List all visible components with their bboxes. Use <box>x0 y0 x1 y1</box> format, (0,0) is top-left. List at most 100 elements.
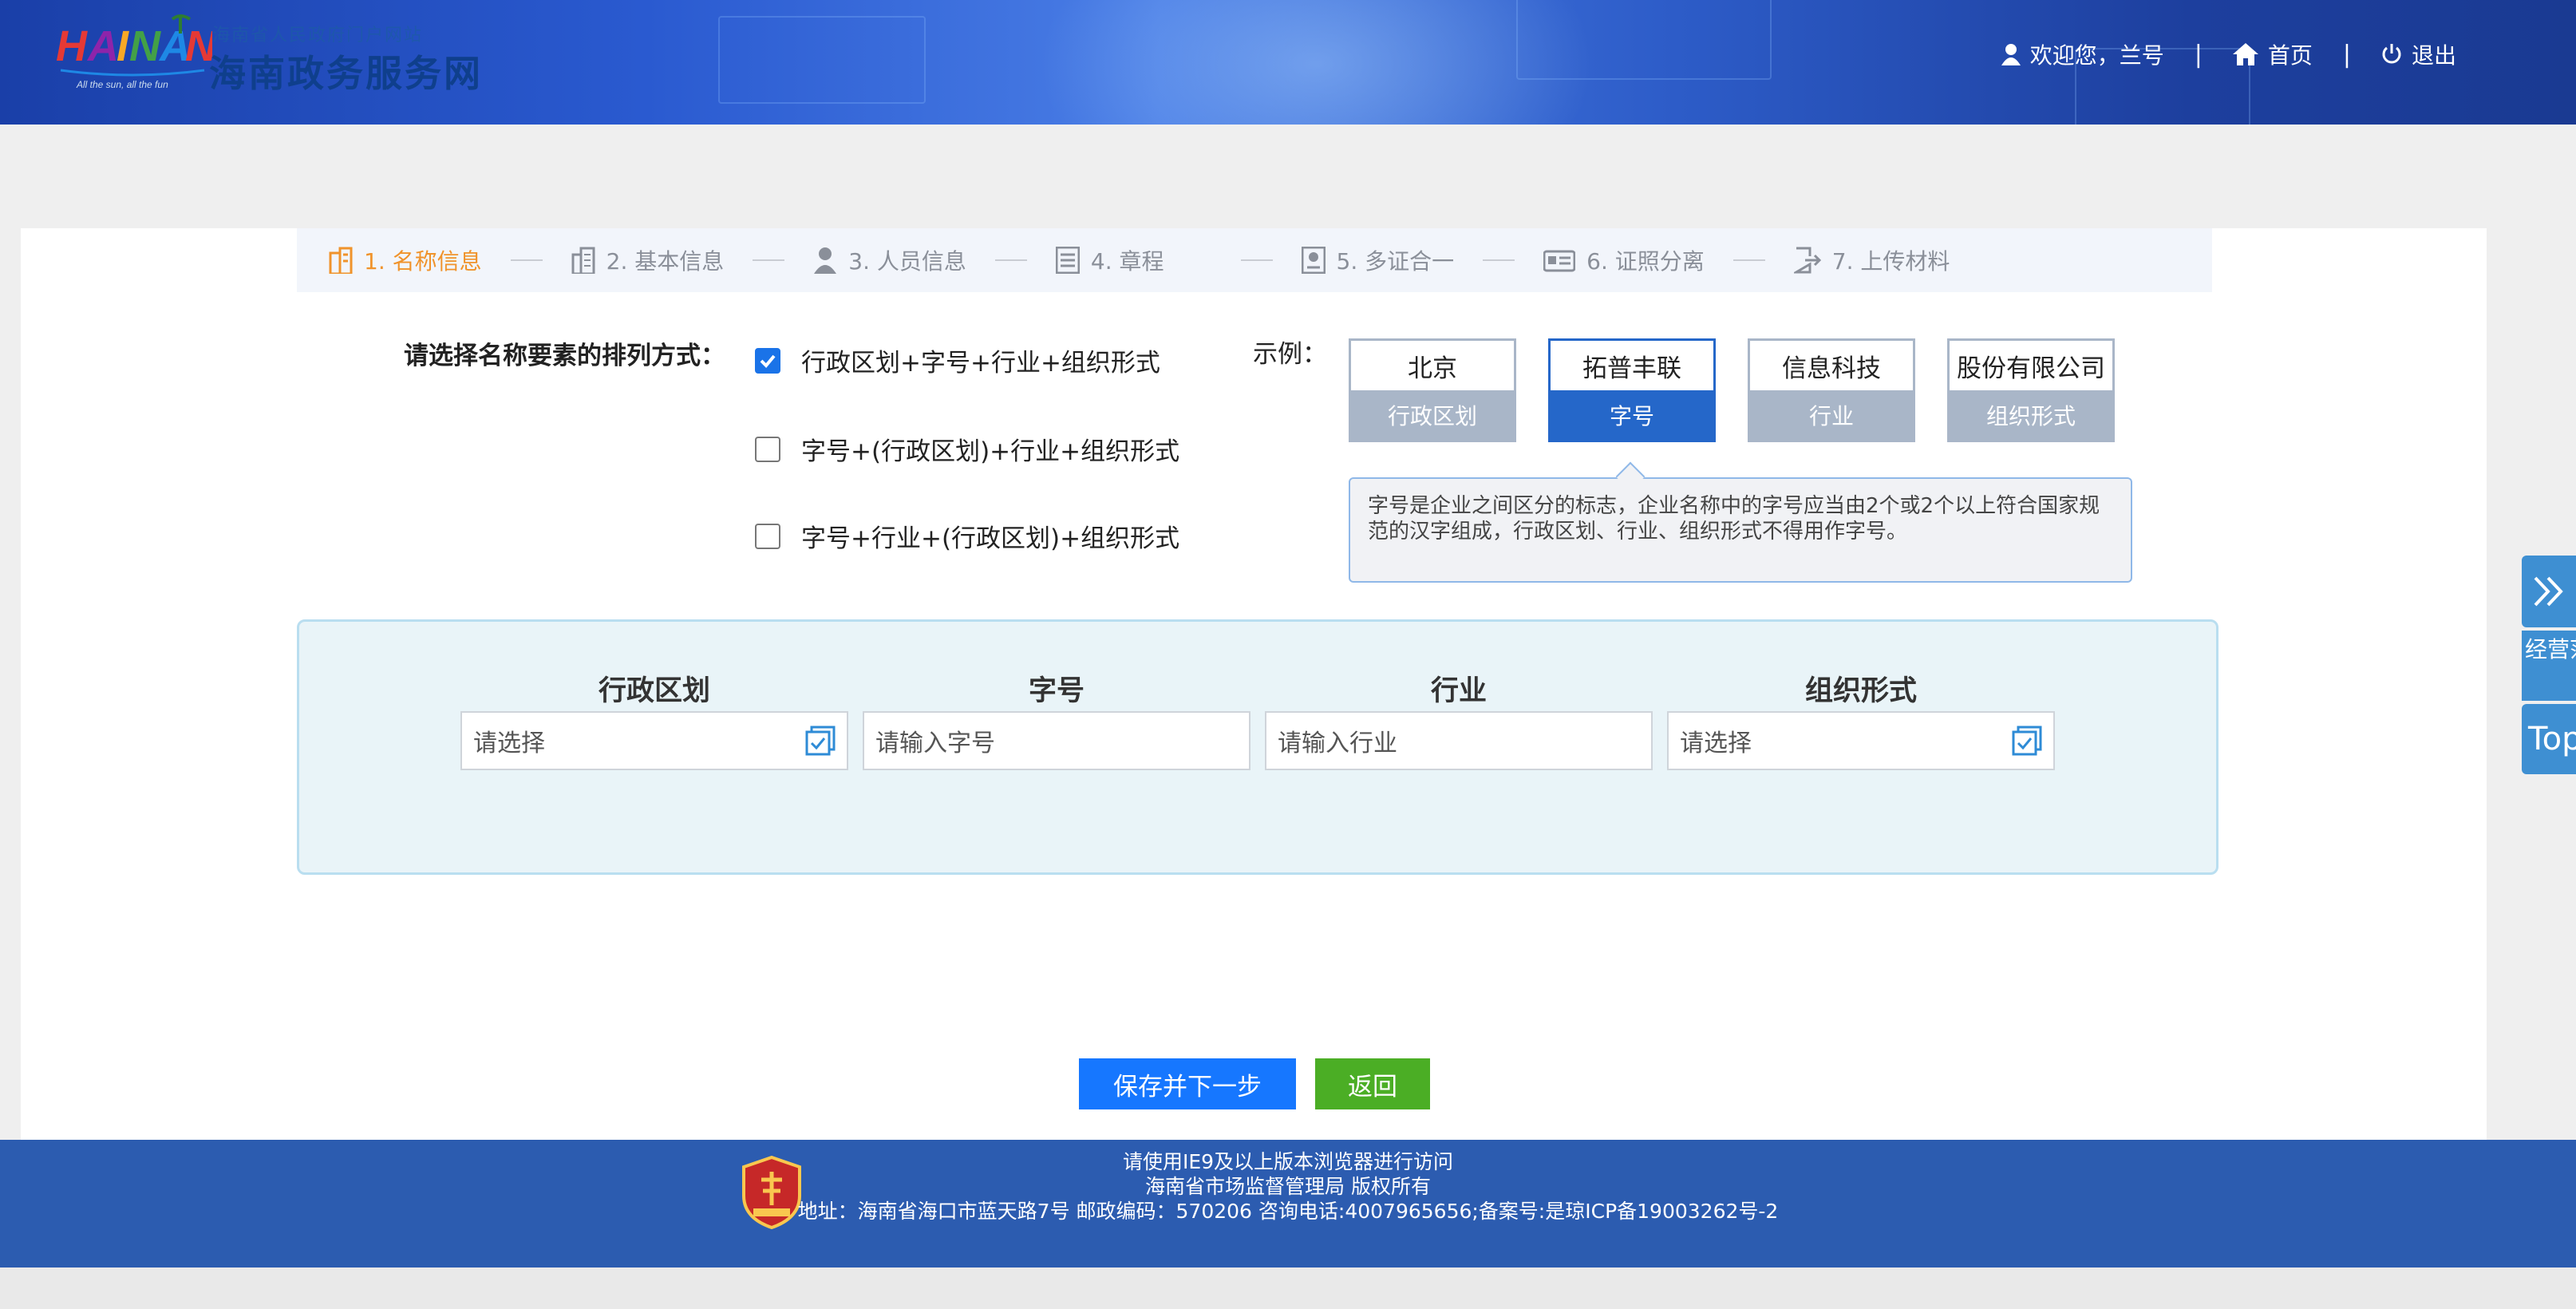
step-label: 7. 上传材料 <box>1831 248 1950 275</box>
main-panel: 1. 名称信息 2. 基本信息 3. 人员信息 4. 章程 5. 多证合一 6.… <box>21 228 2487 1143</box>
back-button[interactable]: 返回 <box>1315 1058 1430 1109</box>
svg-text:H: H <box>56 22 88 70</box>
industry-placeholder: 请输入行业 <box>1278 730 1397 757</box>
arrangement-option-3[interactable]: 字号+行业+(行政区划)+组织形式 <box>755 518 1179 554</box>
example-tag: 行业 <box>1750 390 1913 440</box>
field-org-form: 组织形式 请选择 <box>1667 668 2055 770</box>
site-header: H A I N A N All the sun, all the fun 海南省… <box>0 0 2576 125</box>
step-divider <box>994 259 1027 261</box>
arrangement-option-1[interactable]: 行政区划+字号+行业+组织形式 <box>755 342 1160 378</box>
example-tip: 字号是企业之间区分的标志，企业名称中的字号应当由2个或2个以上符合国家规范的汉字… <box>1349 477 2132 583</box>
home-label: 首页 <box>2267 42 2313 69</box>
svg-text:I: I <box>117 22 129 70</box>
step-license-separation[interactable]: 6. 证照分离 <box>1543 244 1705 276</box>
svg-text:All the sun, all the fun: All the sun, all the fun <box>76 79 168 90</box>
example-tag: 组织形式 <box>1950 390 2112 440</box>
checkbox[interactable] <box>755 523 780 549</box>
hainan-logo[interactable]: H A I N A N All the sun, all the fun <box>53 11 212 96</box>
step-name-info[interactable]: 1. 名称信息 <box>329 244 482 276</box>
industry-input[interactable]: 请输入行业 <box>1265 711 1653 770</box>
double-chevron-right-icon <box>2534 576 2563 607</box>
step-basic-info[interactable]: 2. 基本信息 <box>571 244 724 276</box>
list-icon <box>1055 247 1080 274</box>
footer-address: 地址：海南省海口市蓝天路7号 邮政编码：570206 咨询电话:40079656… <box>797 1200 1779 1223</box>
save-next-button[interactable]: 保存并下一步 <box>1079 1058 1296 1109</box>
footer-copyright: 海南省市场监督管理局 版权所有 <box>1145 1175 1431 1198</box>
step-divider <box>1240 259 1273 261</box>
field-label: 字号 <box>1028 675 1085 707</box>
nav-separator: | <box>2342 40 2351 69</box>
example-box-region[interactable]: 北京 行政区划 <box>1349 338 1516 442</box>
example-tag: 行政区划 <box>1351 390 1514 440</box>
step-person-info[interactable]: 3. 人员信息 <box>813 244 966 276</box>
example-value: 拓普丰联 <box>1582 354 1681 383</box>
scope-query-button[interactable]: 经营范围查询 <box>2522 631 2576 701</box>
welcome-user[interactable]: 欢迎您，兰号 <box>2001 38 2164 70</box>
header-decoration <box>718 16 926 104</box>
region-placeholder: 请选择 <box>473 730 545 757</box>
back-to-top-button[interactable]: Top <box>2522 704 2576 774</box>
picker-icon[interactable] <box>805 726 836 756</box>
option-label: 字号+(行政区划)+行业+组织形式 <box>801 437 1180 466</box>
home-link[interactable]: 首页 <box>2232 38 2313 70</box>
site-title: 海南政务服务网 <box>209 52 483 95</box>
step-divider <box>1732 259 1765 261</box>
option-label: 字号+行业+(行政区划)+组织形式 <box>801 524 1180 553</box>
welcome-text: 欢迎您，兰号 <box>2029 42 2164 69</box>
region-select[interactable]: 请选择 <box>460 711 848 770</box>
footer-text: 请使用IE9及以上版本浏览器进行访问 海南省市场监督管理局 版权所有 地址：海南… <box>0 1149 2576 1224</box>
svg-text:A: A <box>86 22 119 70</box>
expand-sidebar-button[interactable] <box>2522 556 2576 627</box>
brand-input[interactable]: 请输入字号 <box>863 711 1250 770</box>
step-divider <box>753 259 785 261</box>
power-icon <box>2382 44 2401 64</box>
office-icon <box>571 247 595 274</box>
step-divider <box>510 259 543 261</box>
header-glow <box>1037 0 1596 125</box>
upload-icon <box>1793 247 1821 274</box>
step-upload[interactable]: 7. 上传材料 <box>1793 244 1950 276</box>
check-icon <box>760 354 776 368</box>
checkbox[interactable] <box>755 436 780 462</box>
step-label: 5. 多证合一 <box>1336 248 1455 275</box>
logout-label: 退出 <box>2411 42 2456 69</box>
org-form-select[interactable]: 请选择 <box>1667 711 2055 770</box>
field-label: 行业 <box>1430 675 1487 707</box>
card-icon <box>1543 250 1576 272</box>
page-bottom <box>0 1267 2576 1309</box>
logout-link[interactable]: 退出 <box>2381 38 2456 70</box>
picker-icon[interactable] <box>2012 726 2042 756</box>
option-label: 行政区划+字号+行业+组织形式 <box>801 349 1160 378</box>
example-value: 股份有限公司 <box>1957 354 2105 383</box>
step-divider <box>1483 259 1515 261</box>
step-charter[interactable]: 4. 章程 <box>1055 244 1164 276</box>
home-icon <box>2232 43 2258 65</box>
example-box-brand[interactable]: 拓普丰联 字号 <box>1548 338 1716 442</box>
arrangement-option-2[interactable]: 字号+(行政区划)+行业+组织形式 <box>755 431 1179 467</box>
step-label: 3. 人员信息 <box>848 248 966 275</box>
example-box-industry[interactable]: 信息科技 行业 <box>1748 338 1915 442</box>
example-tag: 字号 <box>1551 390 1713 440</box>
brand-placeholder: 请输入字号 <box>875 730 995 757</box>
nav-separator: | <box>2194 40 2203 69</box>
site-footer: 请使用IE9及以上版本浏览器进行访问 海南省市场监督管理局 版权所有 地址：海南… <box>0 1140 2576 1267</box>
step-label: 6. 证照分离 <box>1586 248 1705 275</box>
step-label: 4. 章程 <box>1090 248 1164 275</box>
field-brand: 字号 请输入字号 <box>863 668 1250 770</box>
logo-subtitle: 海南省人民政府门户网站 <box>212 26 424 45</box>
checkbox-checked[interactable] <box>755 347 780 374</box>
field-region: 行政区划 请选择 <box>460 668 848 770</box>
example-box-org-form[interactable]: 股份有限公司 组织形式 <box>1947 338 2115 442</box>
step-multi-cert[interactable]: 5. 多证合一 <box>1301 244 1455 276</box>
arrangement-label: 请选择名称要素的排列方式： <box>404 342 725 370</box>
person-icon <box>814 247 837 274</box>
svg-text:N: N <box>185 22 212 70</box>
example-value: 北京 <box>1408 354 1457 383</box>
field-label: 行政区划 <box>598 675 710 707</box>
building-icon <box>329 247 353 274</box>
org-form-placeholder: 请选择 <box>1680 730 1752 757</box>
example-value: 信息科技 <box>1782 354 1881 383</box>
svg-text:N: N <box>129 22 161 70</box>
certificate-icon <box>1301 247 1326 274</box>
user-icon <box>2001 44 2021 65</box>
